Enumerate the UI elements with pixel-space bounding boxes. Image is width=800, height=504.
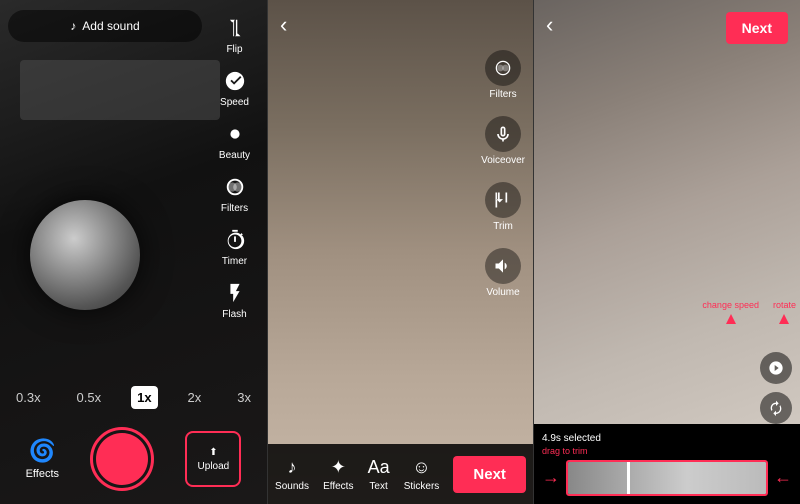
timeline-arrow-left-icon[interactable]: → [542,467,560,488]
beauty-label: Beauty [219,150,250,161]
edit-tools-right: Filters Voiceover Trim Volume [481,50,525,298]
selected-duration: 4.9s selected [542,433,601,444]
sidebar-item-beauty[interactable]: Beauty [205,116,265,165]
speed-selector: 0.3x 0.5x 1x 2x 3x [10,386,257,409]
record-button[interactable] [90,427,154,491]
back-icon-p2: ‹ [280,12,287,37]
camera-panel: ♪ Add sound Flip Speed Beauty Filte [0,0,267,504]
speed-2x[interactable]: 2x [182,386,208,409]
timer-label: Timer [222,256,247,267]
trim-panel: ‹ Next change speed rotate 4.9s selected… [534,0,800,504]
speed-icon [221,67,249,95]
floating-action-labels: change speed rotate [702,300,796,324]
rotate-label: rotate [773,300,796,324]
timeline-playhead [627,462,630,494]
upload-label: Upload [198,461,230,472]
trim-timeline: 4.9s selected drag to trim → ← [534,424,800,504]
sounds-icon: ♪ [288,457,297,478]
timeline-arrow-right-icon[interactable]: ← [774,467,792,488]
voiceover-label: Voiceover [481,155,525,166]
rotate-arrow-icon [779,314,789,324]
effects-label: Effects [26,468,59,480]
flip-label: Flip [226,44,242,55]
speed-1x[interactable]: 1x [131,386,157,409]
volume-icon [485,248,521,284]
music-note-icon: ♪ [70,19,76,33]
upload-icon: ⬆ [209,447,217,458]
edit-panel: ‹ Filters Voiceover Trim [267,0,534,504]
add-sound-bar[interactable]: ♪ Add sound [8,10,202,42]
timeline-selection-info: 4.9s selected [542,433,792,444]
timeline-drag-hint: drag to trim [542,446,792,456]
sidebar-item-speed[interactable]: Speed [205,63,265,112]
rotate-text: rotate [773,300,796,310]
stickers-label: Stickers [404,481,440,492]
flash-label: Flash [222,309,246,320]
volume-label: Volume [486,287,519,298]
camera-sidebar: Flip Speed Beauty Filters Timer [202,0,267,360]
speed-3x[interactable]: 3x [231,386,257,409]
voiceover-icon [485,116,521,152]
timeline-row: → ← [542,460,792,496]
tool-filters[interactable]: Filters [485,50,521,100]
filters-icon [221,173,249,201]
sidebar-item-flash[interactable]: Flash [205,275,265,324]
add-sound-label: Add sound [82,19,139,33]
beauty-icon [221,120,249,148]
camera-bottom-controls: 🌀 Effects ⬆ Upload [0,414,267,504]
text-icon: Aa [368,457,390,478]
change-speed-label: change speed [702,300,759,324]
filters-tool-label: Filters [489,89,516,100]
flash-icon [221,279,249,307]
back-button-p2[interactable]: ‹ [280,12,287,38]
sounds-label: Sounds [275,481,309,492]
tool-voiceover[interactable]: Voiceover [481,116,525,166]
effects-button[interactable]: 🌀 Effects [26,438,59,480]
upload-button[interactable]: ⬆ Upload [185,431,241,487]
timeline-clip [568,462,766,494]
filters-tool-icon [485,50,521,86]
speed-label: Speed [220,97,249,108]
tool-volume[interactable]: Volume [485,248,521,298]
filters-label: Filters [221,203,248,214]
edit-bottom-bar: ♪ Sounds ✦ Effects Aa Text ☺ Stickers Ne… [268,444,533,504]
sidebar-item-filters[interactable]: Filters [205,169,265,218]
tool-trim[interactable]: Trim [485,182,521,232]
speed-adjust-button[interactable] [760,352,792,384]
change-speed-arrow-icon [726,314,736,324]
effects-bottom-label: Effects [323,481,353,492]
timer-icon [221,226,249,254]
effects-icon: 🌀 [29,438,56,464]
change-speed-text: change speed [702,300,759,310]
drag-hint-text: drag to trim [542,446,588,456]
record-inner [96,433,148,485]
flip-icon [221,14,249,42]
speed-05x[interactable]: 0.5x [71,386,108,409]
effects-bottom-button[interactable]: ✦ Effects [323,457,353,492]
text-label: Text [369,481,387,492]
trim-label: Trim [493,221,513,232]
subject-object [30,200,140,310]
stickers-button[interactable]: ☺ Stickers [404,457,440,492]
sidebar-item-flip[interactable]: Flip [205,10,265,59]
stickers-icon: ☺ [412,457,430,478]
next-button-p2[interactable]: Next [453,456,526,493]
effects-bottom-icon: ✦ [331,457,346,478]
next-button-p3[interactable]: Next [726,12,788,44]
sidebar-item-timer[interactable]: Timer [205,222,265,271]
keyboard-visual [20,60,220,120]
back-icon-p3: ‹ [546,12,553,37]
sounds-button[interactable]: ♪ Sounds [275,457,309,492]
timeline-strip[interactable] [566,460,768,496]
back-button-p3[interactable]: ‹ [546,12,553,38]
rotate-button[interactable] [760,392,792,424]
p3-icon-row [760,352,792,424]
text-button[interactable]: Aa Text [368,457,390,492]
trim-icon [485,182,521,218]
speed-03x[interactable]: 0.3x [10,386,47,409]
